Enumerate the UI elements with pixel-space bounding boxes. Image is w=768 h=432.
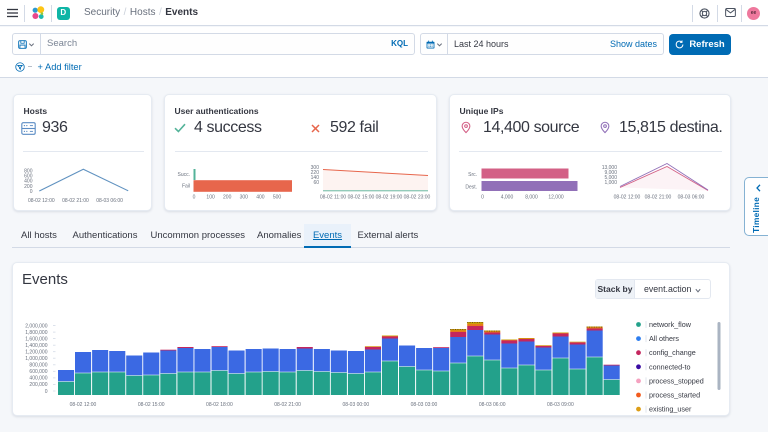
svg-text:08-02 12:00: 08-02 12:00: [28, 198, 55, 204]
svg-text:connected-to: connected-to: [649, 362, 691, 371]
svg-text:08-02 23:00: 08-02 23:00: [404, 195, 431, 201]
svg-text:2,000,000: 2,000,000: [25, 323, 47, 329]
svg-text:config_change: config_change: [649, 348, 696, 357]
svg-text:08-02 21:00: 08-02 21:00: [274, 402, 301, 408]
svg-text:200,000: 200,000: [29, 382, 47, 388]
svg-text:0: 0: [481, 195, 484, 201]
svg-text:Dest.: Dest.: [465, 185, 477, 191]
svg-text:08-03 09:00: 08-03 09:00: [547, 402, 574, 408]
svg-text:600,000: 600,000: [29, 369, 47, 375]
svg-text:08-03 06:00: 08-03 06:00: [479, 402, 506, 408]
svg-text:1,000: 1,000: [604, 180, 617, 186]
svg-text:100: 100: [206, 195, 215, 201]
svg-text:process_started: process_started: [649, 391, 700, 400]
svg-text:Src.: Src.: [468, 172, 477, 178]
svg-text:08-02 21:00: 08-02 21:00: [645, 195, 672, 201]
svg-text:08-02 12:00: 08-02 12:00: [70, 402, 97, 408]
svg-text:08-03 06:00: 08-03 06:00: [678, 195, 705, 201]
svg-text:12,000: 12,000: [548, 195, 564, 201]
svg-text:08-02 18:00: 08-02 18:00: [206, 402, 233, 408]
svg-text:300: 300: [240, 195, 249, 201]
svg-text:08-02 15:00: 08-02 15:00: [348, 195, 375, 201]
svg-text:1,800,000: 1,800,000: [25, 330, 47, 336]
svg-text:08-02 11:00: 08-02 11:00: [320, 195, 347, 201]
svg-text:200: 200: [223, 195, 232, 201]
svg-text:existing_user: existing_user: [649, 405, 692, 414]
svg-text:8,000: 8,000: [525, 195, 538, 201]
svg-text:1,000,000: 1,000,000: [25, 356, 47, 362]
svg-text:08-02 19:00: 08-02 19:00: [376, 195, 403, 201]
svg-text:process_stopped: process_stopped: [649, 376, 704, 385]
svg-text:1,400,000: 1,400,000: [25, 343, 47, 349]
svg-text:network_flow: network_flow: [649, 320, 692, 329]
svg-text:500: 500: [273, 195, 282, 201]
svg-text:All others: All others: [649, 334, 679, 343]
svg-text:0: 0: [45, 389, 48, 395]
svg-text:400,000: 400,000: [29, 376, 47, 382]
svg-text:08-02 15:00: 08-02 15:00: [138, 402, 165, 408]
svg-text:800,000: 800,000: [29, 363, 47, 369]
svg-text:60: 60: [313, 180, 319, 186]
svg-text:08-03 06:00: 08-03 06:00: [96, 198, 123, 204]
svg-text:1,600,000: 1,600,000: [25, 336, 47, 342]
svg-text:0: 0: [30, 189, 33, 195]
svg-text:Succ.: Succ.: [177, 172, 190, 178]
svg-text:08-03 03:00: 08-03 03:00: [411, 402, 438, 408]
svg-text:08-02 21:00: 08-02 21:00: [62, 198, 89, 204]
svg-text:4,000: 4,000: [501, 195, 514, 201]
svg-text:Fail: Fail: [182, 184, 190, 190]
svg-text:0: 0: [193, 195, 196, 201]
svg-text:08-02 12:00: 08-02 12:00: [614, 195, 641, 201]
svg-text:08-03 00:00: 08-03 00:00: [342, 402, 369, 408]
svg-text:400: 400: [256, 195, 265, 201]
svg-text:1,200,000: 1,200,000: [25, 350, 47, 356]
